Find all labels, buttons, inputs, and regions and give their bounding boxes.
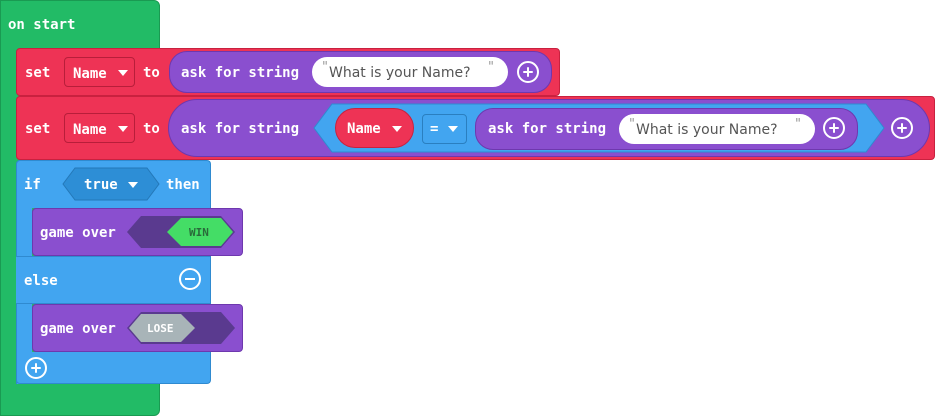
ask-for-string-label: ask for string: [181, 121, 300, 137]
variable-dropdown-name[interactable]: Name: [64, 113, 135, 143]
string-input[interactable]: " What is your Name? ": [619, 114, 815, 144]
game-over-label: game over: [40, 225, 116, 241]
game-over-label: game over: [40, 321, 116, 337]
quote-open: ": [629, 117, 635, 132]
lose-toggle-label: LOSE: [147, 322, 174, 335]
variable-dropdown-name[interactable]: Name: [64, 57, 135, 87]
on-start-label: on start: [8, 17, 76, 33]
win-toggle-label: WIN: [189, 226, 209, 239]
if-label: if: [24, 177, 41, 193]
caret-down-icon: [118, 126, 128, 132]
quote-open: ": [322, 60, 328, 75]
variable-dropdown-label: Name: [73, 122, 107, 138]
ask-for-string-label: ask for string: [488, 121, 607, 137]
caret-down-icon: [128, 182, 138, 188]
set-label: set: [25, 65, 51, 81]
lose-toggle[interactable]: [127, 312, 235, 344]
add-icon[interactable]: [823, 117, 845, 139]
operator-dropdown[interactable]: [422, 114, 467, 144]
variable-dropdown-label: Name: [73, 66, 107, 82]
string-input[interactable]: " What is your Name? ": [312, 57, 508, 87]
add-icon[interactable]: [25, 357, 47, 379]
quote-close: ": [488, 60, 494, 75]
string-input-value: What is your Name?: [636, 122, 778, 138]
variable-reporter-label: Name: [347, 121, 381, 137]
operator-label: =: [430, 121, 439, 137]
to-label: to: [143, 65, 160, 81]
caret-down-icon: [448, 126, 458, 132]
add-icon[interactable]: [891, 117, 913, 139]
add-icon[interactable]: [517, 61, 539, 83]
string-input-value: What is your Name?: [329, 65, 471, 81]
set-label: set: [25, 121, 51, 137]
caret-down-icon: [392, 126, 402, 132]
win-toggle[interactable]: [127, 216, 235, 248]
to-label: to: [143, 121, 160, 137]
quote-close: ": [795, 117, 801, 132]
caret-down-icon: [118, 70, 128, 76]
condition-label: true: [84, 177, 118, 193]
ask-for-string-label: ask for string: [181, 65, 300, 81]
else-label: else: [24, 273, 58, 289]
then-label: then: [166, 177, 200, 193]
remove-icon[interactable]: [179, 268, 201, 290]
